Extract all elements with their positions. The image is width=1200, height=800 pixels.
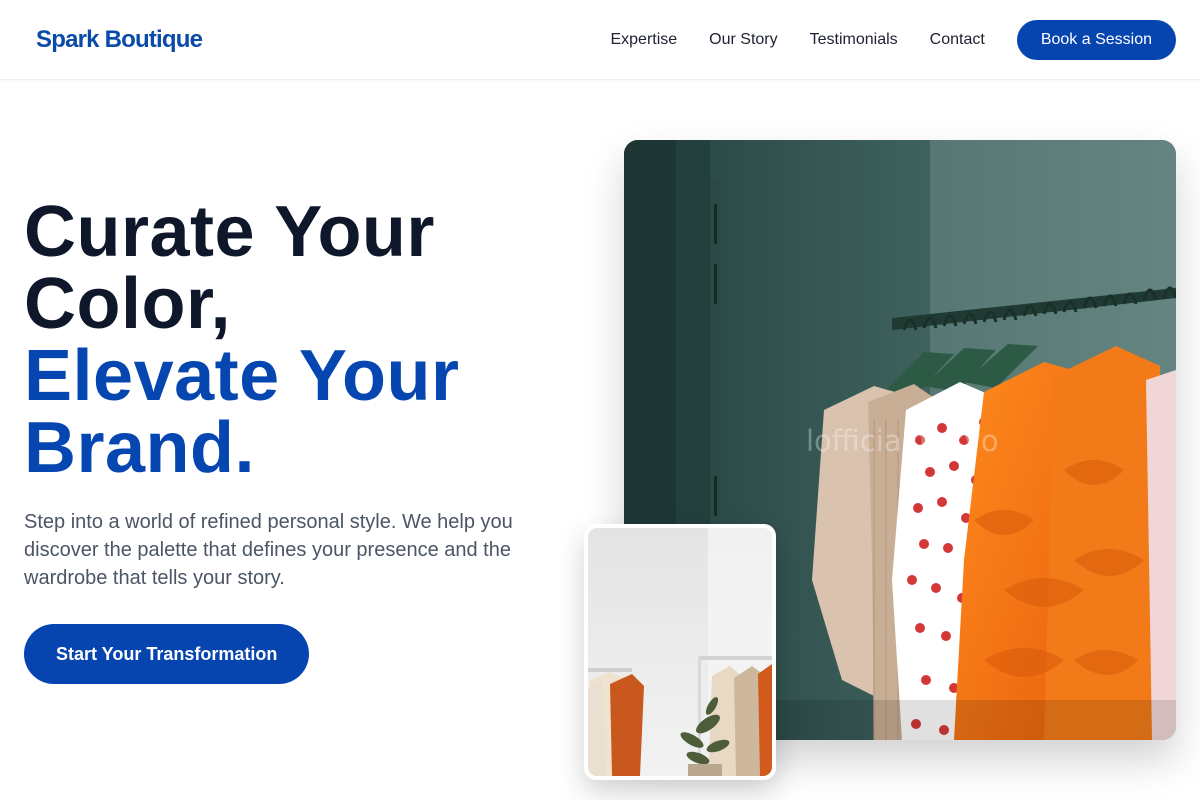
nav-link-our-story[interactable]: Our Story: [709, 20, 777, 60]
hero-title-line-2: Color,: [24, 264, 232, 344]
brand-logo[interactable]: Spark Boutique: [36, 25, 203, 55]
nav-link-expertise[interactable]: Expertise: [610, 20, 677, 60]
showroom-photo: [588, 528, 772, 776]
nav-link-contact[interactable]: Contact: [930, 20, 985, 60]
secondary-image-frame: [588, 528, 772, 776]
hero-subtitle: Step into a world of refined personal st…: [24, 511, 513, 589]
nav-link-testimonials[interactable]: Testimonials: [810, 20, 898, 60]
hero-title-accent-line-1: Elevate Your: [24, 336, 460, 416]
hero-title-accent-line-2: Brand.: [24, 408, 256, 488]
book-session-button[interactable]: Book a Session: [1016, 20, 1176, 60]
site-header: Spark Boutique Expertise Our Story Testi…: [0, 0, 1200, 80]
main-nav: Expertise Our Story Testimonials Contact…: [610, 20, 1176, 60]
hero-title: Curate Your Color, Elevate Your Brand.: [24, 196, 584, 484]
hero-title-line-1: Curate Your: [24, 192, 435, 272]
secondary-showroom-image: [584, 524, 776, 780]
start-transformation-button[interactable]: Start Your Transformation: [24, 624, 310, 684]
